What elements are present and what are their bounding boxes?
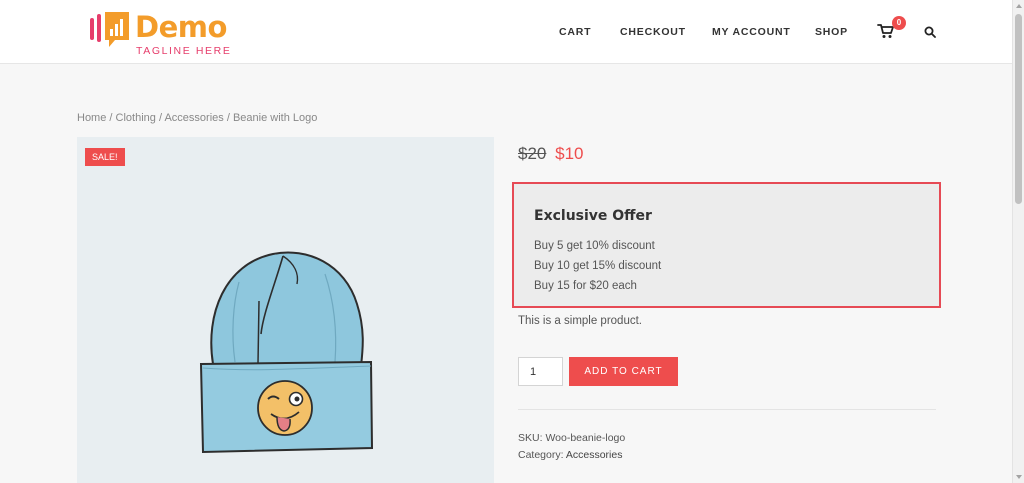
category-label: Category: <box>518 449 564 461</box>
divider <box>518 409 936 410</box>
scrollbar-thumb[interactable] <box>1015 14 1022 204</box>
search-icon[interactable] <box>924 26 936 38</box>
breadcrumb-separator: / <box>158 112 163 124</box>
nav-cart-link[interactable]: CART <box>559 26 591 38</box>
sale-price: $10 <box>555 144 584 163</box>
logo-tagline: TAGLINE HERE <box>136 45 232 57</box>
product-price: $20 $10 <box>518 144 583 164</box>
regular-price: $20 <box>518 144 547 163</box>
sale-badge: SALE! <box>85 148 125 166</box>
scroll-down-arrow-icon[interactable] <box>1016 475 1022 479</box>
exclusive-offer-box: Exclusive Offer Buy 5 get 10% discount B… <box>512 182 941 308</box>
nav-my-account-link[interactable]: MY ACCOUNT <box>712 26 791 38</box>
breadcrumb-clothing[interactable]: Clothing <box>116 112 156 124</box>
nav-checkout-link[interactable]: CHECKOUT <box>620 26 686 38</box>
offer-line: Buy 5 get 10% discount <box>534 240 655 252</box>
offer-title: Exclusive Offer <box>534 208 652 224</box>
breadcrumb-accessories[interactable]: Accessories <box>164 112 223 124</box>
breadcrumb-current: Beanie with Logo <box>232 112 318 124</box>
product-sku: SKU: Woo-beanie-logo <box>518 432 625 444</box>
product-short-description: This is a simple product. <box>518 315 642 327</box>
nav-shop-link[interactable]: SHOP <box>815 26 848 38</box>
add-to-cart-button[interactable]: ADD TO CART <box>569 357 678 386</box>
offer-line: Buy 15 for $20 each <box>534 280 637 292</box>
offer-line: Buy 10 get 15% discount <box>534 260 662 272</box>
sku-label: SKU: <box>518 432 543 444</box>
page-scrollbar[interactable] <box>1012 0 1024 483</box>
quantity-input[interactable] <box>518 357 563 386</box>
product-category: Category: Accessories <box>518 449 622 461</box>
breadcrumb: Home / Clothing / Accessories / Beanie w… <box>77 112 317 124</box>
site-header: Demo TAGLINE HERE CART CHECKOUT MY ACCOU… <box>0 0 1012 64</box>
breadcrumb-separator: / <box>109 112 113 124</box>
breadcrumb-separator: / <box>226 112 230 124</box>
cart-count-badge: 0 <box>892 16 906 30</box>
product-image[interactable]: SALE! <box>77 137 494 483</box>
breadcrumb-home[interactable]: Home <box>77 112 106 124</box>
category-link[interactable]: Accessories <box>566 449 623 461</box>
sku-value: Woo-beanie-logo <box>545 432 626 444</box>
scroll-up-arrow-icon[interactable] <box>1016 4 1022 8</box>
beanie-illustration <box>199 251 374 454</box>
main-nav: CART CHECKOUT MY ACCOUNT SHOP <box>0 26 1012 40</box>
